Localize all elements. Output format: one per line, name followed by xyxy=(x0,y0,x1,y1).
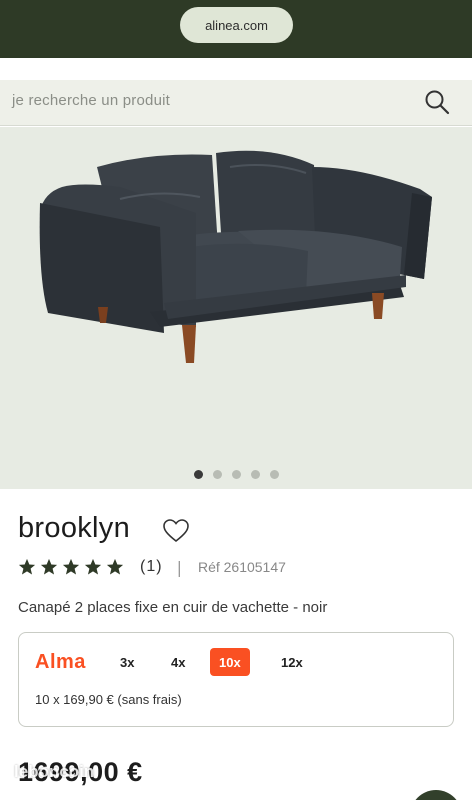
product-reference: Réf 26105147 xyxy=(197,559,286,575)
installment-detail: 10 x 169,90 € (sans frais) xyxy=(35,692,182,707)
star-icon xyxy=(18,558,36,575)
carousel-dot[interactable] xyxy=(269,470,279,479)
carousel-dot[interactable] xyxy=(193,470,203,479)
installment-option-10x[interactable]: 10x xyxy=(210,648,250,676)
floating-action-button[interactable] xyxy=(410,790,462,800)
rating-row[interactable]: (1) | Réf 26105147 xyxy=(18,556,286,578)
star-icon xyxy=(40,558,58,575)
installment-option-12x[interactable]: 12x xyxy=(272,648,312,676)
product-subtitle: Canapé 2 places fixe en cuir de vachette… xyxy=(18,599,328,616)
product-image-carousel[interactable] xyxy=(0,127,472,489)
carousel-dot[interactable] xyxy=(231,470,241,479)
carousel-indicators[interactable] xyxy=(0,470,472,482)
heart-icon[interactable] xyxy=(162,518,190,544)
product-title: brooklyn xyxy=(18,512,131,544)
search-icon[interactable] xyxy=(424,89,450,115)
installment-option-3x[interactable]: 3x xyxy=(111,648,143,676)
installment-payment-box: Alma 3x 4x 10x 12x 10 x 169,90 € (sans f… xyxy=(18,632,454,727)
browser-top-bar: alinea.com xyxy=(0,0,472,58)
search-input[interactable]: je recherche un produit xyxy=(12,92,170,109)
installment-option-4x[interactable]: 4x xyxy=(162,648,194,676)
star-icon xyxy=(84,558,102,575)
url-text: alinea.com xyxy=(205,17,268,33)
search-bar[interactable]: je recherche un produit xyxy=(0,80,472,126)
sofa-image xyxy=(39,150,432,363)
star-rating xyxy=(18,558,124,576)
site-header-partial xyxy=(0,58,472,80)
url-bar[interactable]: alinea.com xyxy=(180,7,293,43)
star-icon xyxy=(62,558,80,575)
alma-logo: Alma xyxy=(35,651,86,673)
leboncoin-watermark: leboncoin xyxy=(14,762,95,781)
rating-count[interactable]: (1) xyxy=(140,558,163,576)
carousel-dot[interactable] xyxy=(250,470,260,479)
product-image xyxy=(0,127,472,489)
separator: | xyxy=(176,557,182,577)
carousel-dot[interactable] xyxy=(212,470,222,479)
star-icon xyxy=(106,558,124,575)
